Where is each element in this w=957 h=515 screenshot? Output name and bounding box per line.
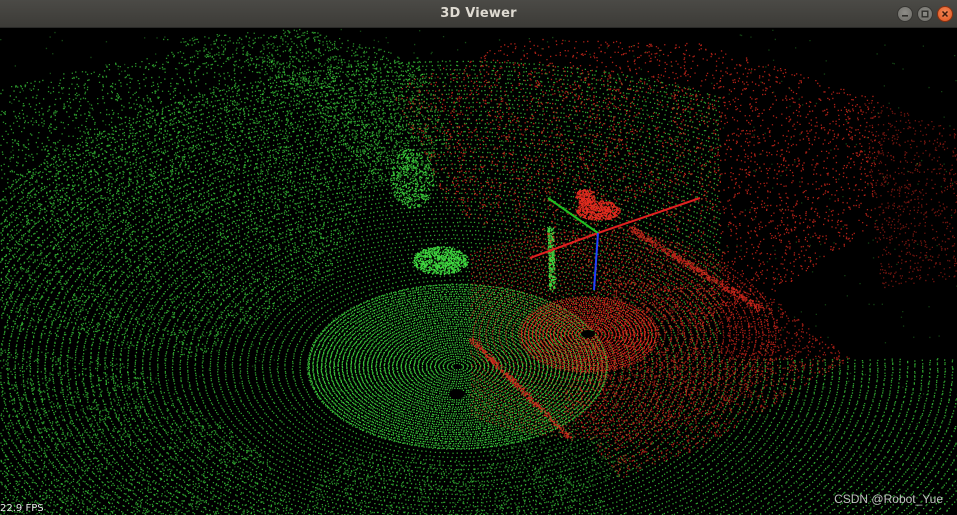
point-cloud-layer	[862, 102, 957, 289]
maximize-icon	[921, 10, 929, 18]
green-point-cloud	[0, 28, 957, 515]
point-cloud-layer	[303, 449, 612, 515]
green-sensor-origin	[449, 389, 465, 399]
title-bar[interactable]: 3D Viewer	[0, 0, 957, 28]
maximize-button[interactable]	[917, 6, 933, 22]
point-cloud-layer	[0, 349, 298, 515]
red-sensor-origin	[581, 330, 595, 338]
watermark-text: CSDN @Robot_Yue	[834, 492, 943, 506]
fps-counter: 22.9 FPS	[0, 503, 44, 514]
point-cloud-layer	[163, 28, 449, 185]
point-cloud-layer	[412, 246, 469, 276]
viewer-window: 3D Viewer 22.9 FPS CSDN @Robot_Yue	[0, 0, 957, 515]
3d-viewport[interactable]: 22.9 FPS CSDN @Robot_Yue	[0, 28, 957, 515]
point-cloud-canvas	[0, 28, 957, 515]
close-icon	[941, 10, 949, 18]
point-cloud-layer	[627, 226, 763, 312]
point-cloud-layer	[575, 188, 596, 206]
minimize-icon	[902, 15, 908, 17]
window-title: 3D Viewer	[440, 6, 517, 21]
minimize-button[interactable]	[897, 6, 913, 22]
point-cloud-layer	[600, 29, 957, 515]
close-button[interactable]	[937, 6, 953, 22]
